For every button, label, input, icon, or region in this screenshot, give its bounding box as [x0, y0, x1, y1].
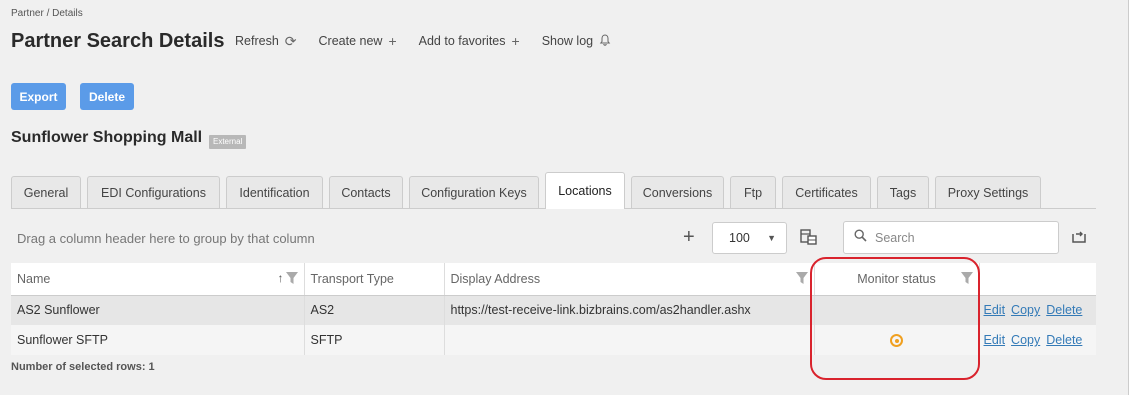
cell-monitor-status [814, 295, 980, 325]
cell-display-address: https://test-receive-link.bizbrains.com/… [444, 295, 815, 325]
tab-certificates[interactable]: Certificates [782, 176, 871, 208]
edit-link[interactable]: Edit [984, 303, 1006, 317]
column-header-actions [979, 263, 1096, 296]
partner-name: Sunflower Shopping Mall [11, 129, 203, 146]
tab-edi-configurations[interactable]: EDI Configurations [87, 176, 220, 208]
column-label-name: Name [17, 271, 51, 286]
delete-link[interactable]: Delete [1046, 303, 1082, 317]
column-label-transport-type: Transport Type [310, 271, 394, 286]
column-label-display-address: Display Address [450, 271, 541, 286]
header-row: Name ↑ Transport Type Display Address Mon… [11, 263, 1096, 296]
sort-icon[interactable]: ↑ [278, 271, 284, 285]
column-header-transport-type[interactable]: Transport Type [304, 263, 445, 296]
page-size-value: 100 [729, 231, 750, 245]
external-badge: External [209, 135, 247, 149]
tab-conversions[interactable]: Conversions [631, 176, 724, 208]
add-row-icon[interactable]: + [683, 226, 695, 249]
refresh-label: Refresh [235, 34, 279, 48]
delete-link[interactable]: Delete [1046, 333, 1082, 347]
copy-link[interactable]: Copy [1011, 333, 1040, 347]
tab-ftp[interactable]: Ftp [730, 176, 776, 208]
cell-actions: Edit Copy Delete [979, 295, 1096, 325]
cell-transport-type: AS2 [304, 295, 445, 325]
tab-contacts[interactable]: Contacts [329, 176, 403, 208]
monitor-warning-icon [890, 334, 903, 348]
tab-tags[interactable]: Tags [877, 176, 929, 208]
column-header-monitor-status[interactable]: Monitor status [814, 263, 980, 296]
column-header-name[interactable]: Name ↑ [11, 263, 305, 296]
tab-identification[interactable]: Identification [226, 176, 323, 208]
table-row[interactable]: Sunflower SFTP SFTP Edit Copy Delete [11, 325, 1096, 355]
column-header-display-address[interactable]: Display Address [444, 263, 815, 296]
tab-proxy-settings[interactable]: Proxy Settings [935, 176, 1041, 208]
cell-display-address [444, 325, 815, 355]
plus-icon: + [511, 33, 520, 49]
search-box[interactable] [843, 221, 1059, 254]
export-grid-icon[interactable] [1071, 230, 1087, 244]
delete-button[interactable]: Delete [80, 83, 134, 110]
filter-icon[interactable] [795, 272, 808, 285]
add-to-favorites-label: Add to favorites [418, 34, 506, 48]
show-log-label: Show log [541, 34, 594, 48]
group-panel-hint[interactable]: Drag a column header here to group by th… [17, 231, 315, 246]
cell-transport-type: SFTP [304, 325, 445, 355]
cell-actions: Edit Copy Delete [979, 325, 1096, 355]
tab-bar: General EDI Configurations Identificatio… [11, 172, 1101, 209]
cell-name: AS2 Sunflower [11, 295, 305, 325]
tab-configuration-keys[interactable]: Configuration Keys [409, 176, 539, 208]
breadcrumb: Partner / Details [11, 8, 83, 19]
refresh-button[interactable]: Refresh ⟳ [235, 34, 297, 48]
page-size-select[interactable]: 100 ▼ [712, 222, 787, 254]
edit-link[interactable]: Edit [984, 333, 1006, 347]
toolbar: Refresh ⟳ Create new + Add to favorites … [235, 34, 611, 48]
cell-name: Sunflower SFTP [11, 325, 305, 355]
plus-icon: + [388, 33, 397, 49]
export-button[interactable]: Export [11, 83, 66, 110]
tab-locations[interactable]: Locations [545, 172, 625, 209]
bell-icon [599, 34, 611, 48]
add-to-favorites-button[interactable]: Add to favorites + [419, 34, 520, 48]
show-log-button[interactable]: Show log [542, 34, 611, 48]
table-row[interactable]: AS2 Sunflower AS2 https://test-receive-l… [11, 295, 1096, 325]
page-title: Partner Search Details [11, 30, 225, 52]
create-new-label: Create new [318, 34, 383, 48]
column-chooser-icon[interactable] [800, 229, 817, 245]
cell-monitor-status [814, 325, 980, 355]
locations-grid: Name ↑ Transport Type Display Address Mon… [11, 263, 1096, 355]
refresh-icon: ⟳ [284, 33, 297, 49]
column-label-monitor-status: Monitor status [857, 271, 936, 286]
filter-icon[interactable] [285, 272, 298, 285]
search-icon [854, 228, 867, 247]
search-input[interactable] [875, 230, 1045, 245]
tab-general[interactable]: General [11, 176, 81, 208]
selected-rows-count: Number of selected rows: 1 [11, 361, 155, 373]
filter-icon[interactable] [960, 272, 973, 285]
chevron-down-icon: ▼ [767, 233, 776, 243]
create-new-button[interactable]: Create new + [319, 34, 397, 48]
copy-link[interactable]: Copy [1011, 303, 1040, 317]
